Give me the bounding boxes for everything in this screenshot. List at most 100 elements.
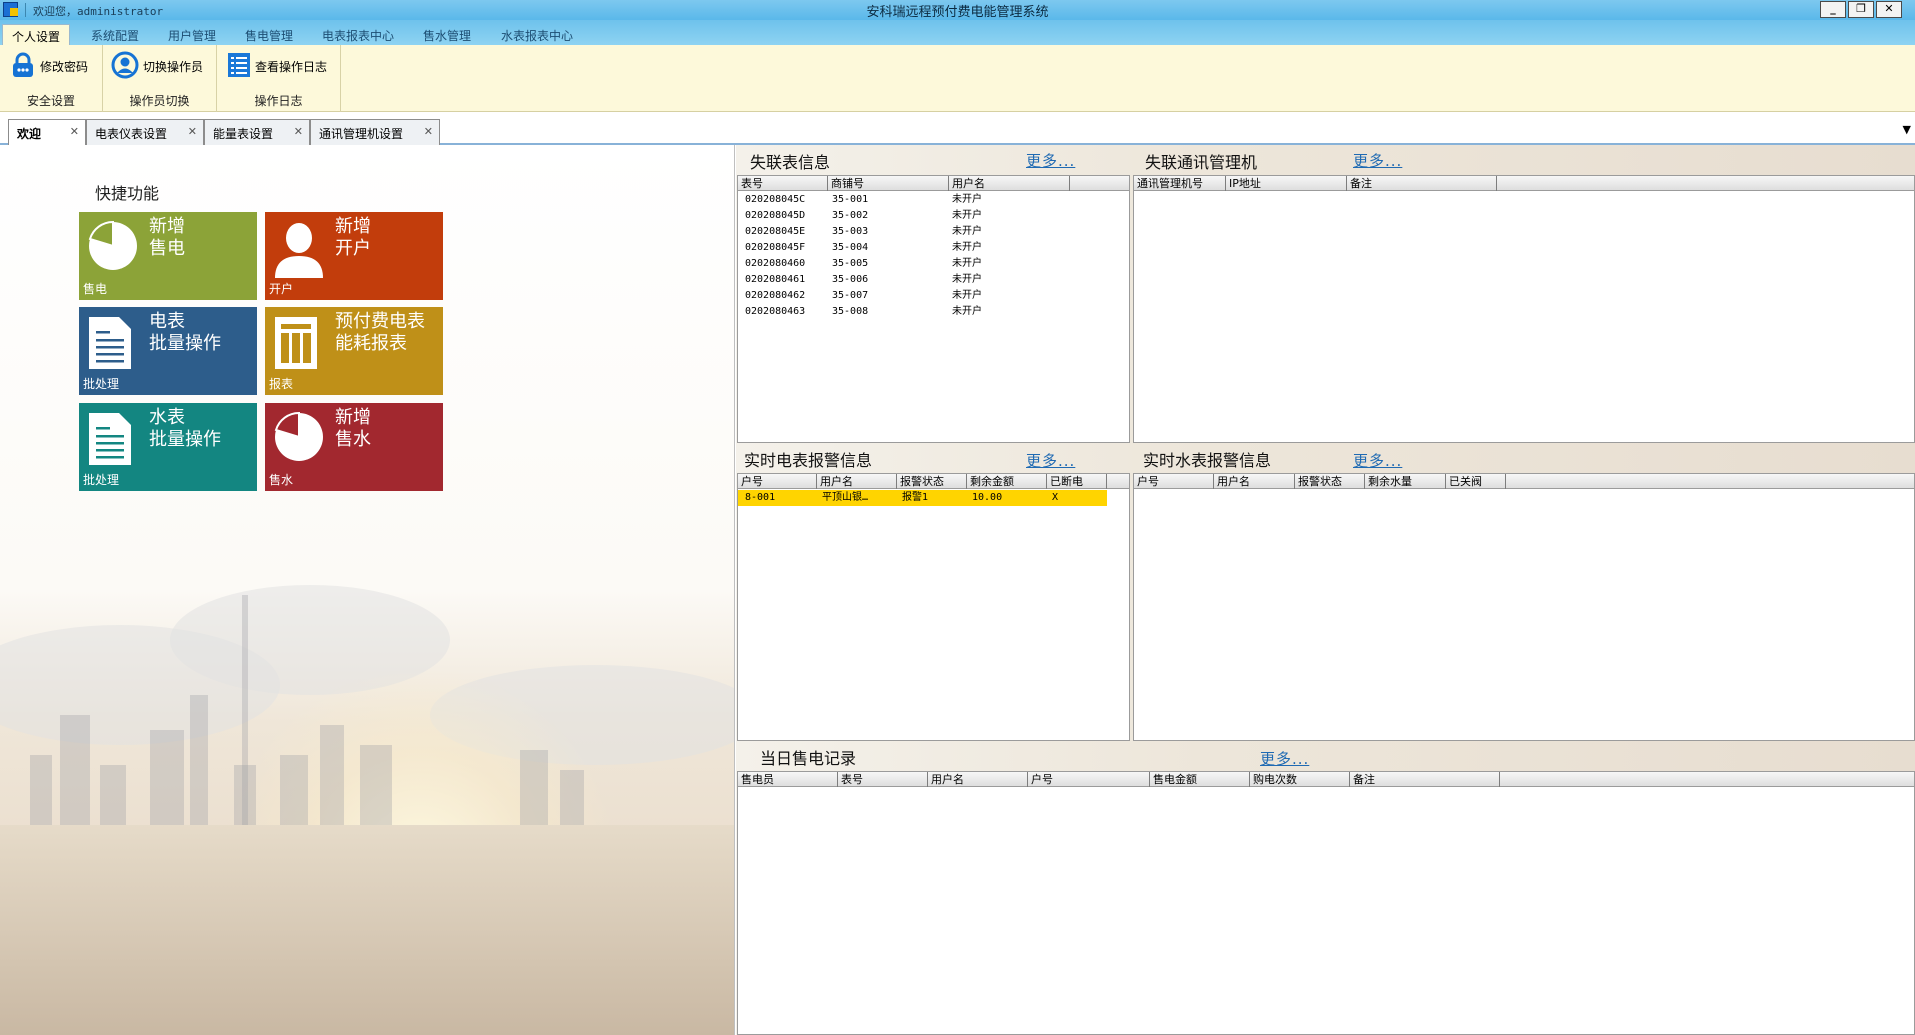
restore-button[interactable]: ❐ <box>1848 1 1874 18</box>
table-cell: 0202080461 <box>745 274 806 285</box>
menu-electricity-sales[interactable]: 售电管理 <box>236 24 302 45</box>
ribbon-group-log: 查看操作日志 操作日志 <box>217 45 341 112</box>
menu-water-reports[interactable]: 水表报表中心 <box>492 24 582 45</box>
offline-comm-more-link[interactable]: 更多... <box>1353 150 1402 171</box>
column-header[interactable]: 用户名 <box>949 176 1070 191</box>
tab-dropdown-icon[interactable]: ▼ <box>1903 123 1911 136</box>
column-header[interactable]: IP地址 <box>1226 176 1347 191</box>
column-header[interactable]: 用户名 <box>1214 474 1295 489</box>
grid-header: 售电员 表号 用户名 户号 售电金额 购电次数 备注 <box>738 772 1914 787</box>
tile-energy-report[interactable]: 预付费电表 能耗报表 报表 <box>265 307 443 395</box>
column-header[interactable]: 售电金额 <box>1150 772 1250 787</box>
background-building <box>60 715 90 825</box>
column-header[interactable]: 表号 <box>738 176 828 191</box>
offline-meters-more-link[interactable]: 更多... <box>1026 150 1075 171</box>
table-cell: 35-001 <box>832 194 869 205</box>
quick-functions-title: 快捷功能 <box>95 184 160 203</box>
tab-comm-manager-settings[interactable]: 通讯管理机设置 ✕ <box>310 119 440 145</box>
table-cell: 35-007 <box>832 290 869 301</box>
background-building <box>150 730 184 825</box>
tab-comm-manager-settings-label: 通讯管理机设置 <box>319 127 404 141</box>
menu-system-config[interactable]: 系统配置 <box>82 24 148 45</box>
tab-welcome[interactable]: 欢迎 ✕ <box>8 119 86 146</box>
tile-water-meter-batch[interactable]: 水表 批量操作 批处理 <box>79 403 257 491</box>
tile-caption: 售电 <box>83 282 108 296</box>
table-cell: 未开户 <box>952 290 982 301</box>
menu-water-sales[interactable]: 售水管理 <box>414 24 480 45</box>
column-header[interactable]: 购电次数 <box>1250 772 1350 787</box>
column-header[interactable]: 报警状态 <box>897 474 967 489</box>
tile-caption: 开户 <box>269 282 294 296</box>
table-cell: 未开户 <box>952 210 982 221</box>
table-row[interactable]: 020208045D 35-002 未开户 <box>738 208 1129 224</box>
column-header[interactable]: 售电员 <box>738 772 838 787</box>
tile-new-water-sale[interactable]: 新增 售水 售水 <box>265 403 443 491</box>
grid-header: 表号 商铺号 用户名 <box>738 176 1129 191</box>
sales-today-grid: 售电员 表号 用户名 户号 售电金额 购电次数 备注 <box>737 771 1915 1035</box>
tab-meter-settings-label: 电表仪表设置 <box>95 127 168 141</box>
table-row[interactable]: 020208045F 35-004 未开户 <box>738 240 1129 256</box>
ribbon: 修改密码 安全设置 切换操作员 操作员切换 查看操作日志 操作日志 <box>0 45 1915 112</box>
change-password-button[interactable]: 修改密码 <box>10 52 88 81</box>
tile-new-electricity-sale[interactable]: 新增 售电 售电 <box>79 212 257 300</box>
tab-energy-meter-settings-label: 能量表设置 <box>213 127 274 141</box>
close-icon[interactable]: ✕ <box>424 125 433 138</box>
table-cell: 平顶山银… <box>822 492 869 503</box>
column-header[interactable]: 剩余金额 <box>967 474 1047 489</box>
column-header[interactable]: 户号 <box>1134 474 1214 489</box>
column-header[interactable]: 报警状态 <box>1295 474 1365 489</box>
minimize-button[interactable]: _ <box>1820 1 1846 18</box>
background-ground <box>0 825 734 1035</box>
table-row[interactable]: 020208045E 35-003 未开户 <box>738 224 1129 240</box>
column-header[interactable]: 剩余水量 <box>1365 474 1446 489</box>
menu-user-management[interactable]: 用户管理 <box>159 24 225 45</box>
view-log-label: 查看操作日志 <box>255 59 328 74</box>
group-label-log: 操作日志 <box>254 94 303 108</box>
close-icon[interactable]: ✕ <box>294 125 303 138</box>
column-header[interactable]: 用户名 <box>928 772 1028 787</box>
column-header[interactable]: 商铺号 <box>828 176 949 191</box>
table-row[interactable]: 0202080461 35-006 未开户 <box>738 272 1129 288</box>
document-tabs: 欢迎 ✕ 电表仪表设置 ✕ 能量表设置 ✕ 通讯管理机设置 ✕ ▼ <box>0 113 1915 146</box>
column-header[interactable]: 备注 <box>1347 176 1497 191</box>
table-cell: 未开户 <box>952 242 982 253</box>
table-cell: 35-006 <box>832 274 869 285</box>
tab-meter-settings[interactable]: 电表仪表设置 ✕ <box>86 119 204 145</box>
close-icon[interactable]: ✕ <box>188 125 197 138</box>
group-label-security: 安全设置 <box>26 94 75 108</box>
table-cell: 020208045C <box>745 194 806 205</box>
switch-operator-button[interactable]: 切换操作员 <box>111 51 203 79</box>
water-alarm-more-link[interactable]: 更多... <box>1353 450 1402 471</box>
column-header[interactable]: 已关阀 <box>1446 474 1506 489</box>
sales-today-more-link[interactable]: 更多... <box>1260 748 1309 769</box>
tile-caption: 售水 <box>269 473 294 487</box>
tile-new-account[interactable]: 新增 开户 开户 <box>265 212 443 300</box>
table-cell: 10.00 <box>972 492 1003 503</box>
column-header[interactable]: 用户名 <box>817 474 897 489</box>
tile-meter-batch[interactable]: 电表 批量操作 批处理 <box>79 307 257 395</box>
table-cell: 35-008 <box>832 306 869 317</box>
table-row[interactable]: 020208045C 35-001 未开户 <box>738 192 1129 208</box>
column-header[interactable]: 户号 <box>738 474 817 489</box>
close-button[interactable]: ✕ <box>1876 1 1902 18</box>
elec-alarm-more-link[interactable]: 更多... <box>1026 450 1075 471</box>
column-header[interactable]: 已断电 <box>1047 474 1107 489</box>
tile-caption: 批处理 <box>83 377 120 391</box>
column-header[interactable]: 表号 <box>838 772 928 787</box>
close-icon[interactable]: ✕ <box>70 125 79 138</box>
table-row[interactable]: 0202080462 35-007 未开户 <box>738 288 1129 304</box>
menu-meter-reports[interactable]: 电表报表中心 <box>313 24 403 45</box>
column-header[interactable]: 通讯管理机号 <box>1134 176 1226 191</box>
table-row[interactable]: 0202080463 35-008 未开户 <box>738 304 1129 320</box>
grid-header: 通讯管理机号 IP地址 备注 <box>1134 176 1914 191</box>
background-building <box>360 745 392 825</box>
table-row[interactable]: 8-001 平顶山银… 报警1 10.00 X <box>738 490 1107 506</box>
column-header[interactable]: 备注 <box>1350 772 1500 787</box>
table-row[interactable]: 0202080460 35-005 未开户 <box>738 256 1129 272</box>
menu-personal-settings[interactable]: 个人设置 <box>2 24 71 45</box>
view-log-button[interactable]: 查看操作日志 <box>227 52 328 79</box>
table-cell: X <box>1052 492 1059 503</box>
column-header[interactable]: 户号 <box>1028 772 1150 787</box>
lock-icon <box>10 52 36 81</box>
tab-energy-meter-settings[interactable]: 能量表设置 ✕ <box>204 119 310 145</box>
